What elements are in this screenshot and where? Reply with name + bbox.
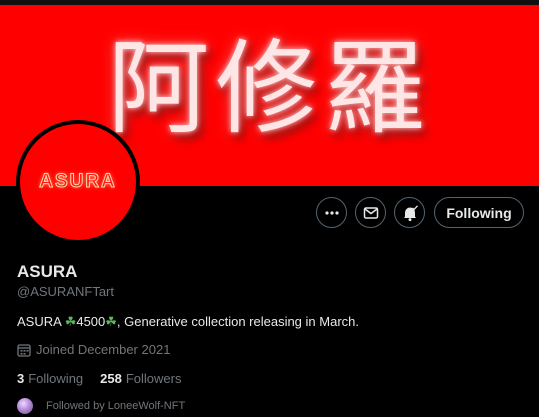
calendar-icon	[17, 343, 31, 357]
joined-date: Joined December 2021	[17, 342, 170, 357]
followers-label: Followers	[125, 371, 182, 386]
message-button[interactable]	[355, 197, 386, 228]
joined-text: Joined December 2021	[36, 342, 171, 357]
display-name: ASURA	[17, 262, 78, 281]
followers-count: 258	[100, 371, 122, 386]
profile-bio: ASURA ☘4500☘, Generative collection rele…	[17, 314, 359, 330]
shamrock-icon: ☘	[64, 315, 77, 330]
more-button[interactable]	[316, 197, 347, 228]
following-button[interactable]: Following	[434, 197, 524, 228]
avatar-logo-text: ASURA	[39, 171, 117, 193]
more-horizontal-icon	[324, 210, 339, 215]
profile-avatar[interactable]: ASURA	[16, 120, 140, 244]
following-stat[interactable]: 3 Following	[17, 371, 83, 386]
bio-number: 4500	[76, 314, 106, 329]
followers-stat[interactable]: 258 Followers	[100, 371, 181, 386]
envelope-icon	[363, 206, 378, 219]
follower-avatar	[17, 398, 33, 414]
follow-stats: 3 Following 258 Followers	[17, 371, 198, 386]
followed-by[interactable]: Followed by LoneeWolf-NFT	[17, 398, 185, 414]
bio-prefix: ASURA	[17, 314, 65, 329]
bell-check-icon	[403, 204, 418, 221]
followed-by-text: Followed by LoneeWolf-NFT	[46, 400, 186, 412]
avatar-image: ASURA	[20, 124, 136, 240]
notifications-button[interactable]	[394, 197, 425, 228]
profile-page: 阿修羅 ASURA Following ASURA @ASURANFTart A…	[0, 0, 539, 417]
following-count: 3	[17, 371, 25, 386]
following-label: Following	[28, 371, 84, 386]
user-handle: @ASURANFTart	[17, 284, 114, 299]
shamrock-icon: ☘	[105, 315, 117, 330]
bio-suffix: , Generative collection releasing in Mar…	[116, 314, 359, 329]
